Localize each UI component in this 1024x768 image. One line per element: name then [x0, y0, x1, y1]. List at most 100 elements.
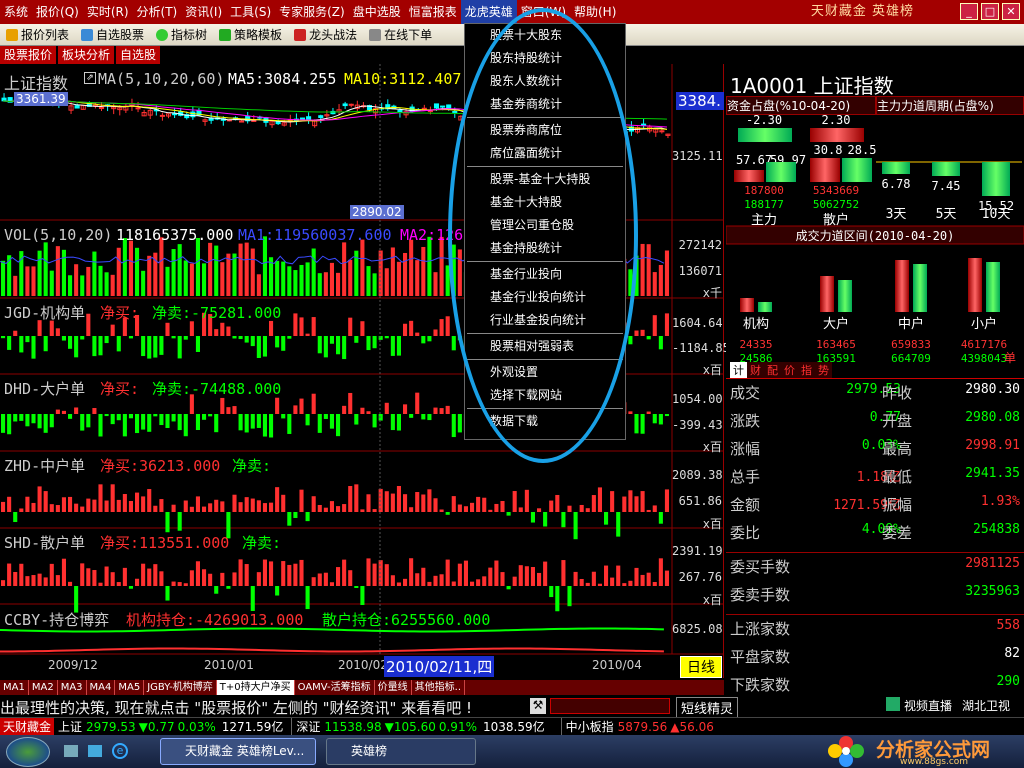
flow-bar — [262, 503, 267, 512]
menu-analysis[interactable]: 分析(T) — [133, 0, 182, 24]
volume-bar — [640, 243, 645, 296]
flow-bar — [451, 496, 456, 512]
flow-bar — [579, 578, 584, 586]
flow-bar — [31, 336, 36, 359]
zone-bar-red — [895, 260, 909, 312]
flow-bar — [238, 414, 243, 431]
tab-sector[interactable]: 板块分析 — [58, 46, 115, 64]
volume-bar — [189, 263, 194, 296]
dropdown-item[interactable]: 管理公司重仓股 — [465, 214, 625, 237]
menu-realtime[interactable]: 实时(R) — [83, 0, 133, 24]
mini-tab[interactable]: 价 — [781, 362, 798, 378]
toolbar-quote-list[interactable]: 报价列表 — [0, 26, 75, 43]
flow-bar — [439, 319, 444, 336]
menu-help[interactable]: 帮助(H) — [570, 0, 620, 24]
mini-tab[interactable]: 计 — [730, 362, 747, 378]
toolbar-strategy[interactable]: 策略模板 — [213, 26, 288, 43]
start-button[interactable] — [6, 737, 50, 767]
flow-bar — [68, 496, 73, 512]
menu-expert[interactable]: 专家服务(Z) — [275, 0, 349, 24]
sh-label[interactable]: 上证 — [58, 718, 82, 735]
dropdown-item[interactable]: 行业基金投向统计 — [465, 309, 625, 332]
ie-icon[interactable]: e — [112, 743, 128, 759]
tools-icon[interactable]: ⚒ — [530, 698, 546, 714]
toolbar-order[interactable]: 在线下单 — [363, 26, 438, 43]
taskbar-app-hero[interactable]: 英雄榜 — [326, 738, 476, 765]
dropdown-item[interactable]: 选择下载网站 — [465, 384, 625, 407]
flow-bar — [664, 570, 669, 586]
menu-info[interactable]: 资讯(I) — [181, 0, 226, 24]
minimize-button[interactable]: _ — [960, 3, 978, 20]
toolbar-watchlist[interactable]: 自选股票 — [75, 26, 150, 43]
menu-dragon-tiger[interactable]: 龙虎英雄 — [460, 0, 517, 24]
indicator-tab[interactable]: MA5 — [115, 680, 145, 695]
flow-bar — [68, 581, 73, 586]
flow-bar — [1, 501, 6, 512]
dropdown-item[interactable]: 股票-基金十大持股 — [465, 168, 625, 191]
flow-bar — [506, 512, 511, 516]
dropdown-item[interactable]: 股东人数统计 — [465, 70, 625, 93]
menu-system[interactable]: 系统 — [0, 0, 32, 24]
indicator-tab[interactable]: MA4 — [87, 680, 116, 695]
mini-tab[interactable]: 指 — [798, 362, 815, 378]
indicator-tab[interactable]: T+0持大户净买 — [216, 680, 295, 695]
switch-windows-icon[interactable] — [88, 745, 102, 757]
dropdown-item[interactable]: 股票十大股东 — [465, 24, 625, 47]
flow-bar — [110, 324, 115, 336]
flow-bar — [634, 414, 639, 434]
maximize-button[interactable]: □ — [981, 3, 999, 20]
indicator-tab[interactable]: OAMV-活筹指标 — [295, 680, 375, 695]
tab-watchlist[interactable]: 自选股 — [116, 46, 161, 64]
channel-name[interactable]: 湖北卫视 — [962, 697, 1010, 714]
dropdown-item[interactable]: 席位露面统计 — [465, 142, 625, 165]
close-button[interactable]: ✕ — [1002, 3, 1020, 20]
dropdown-item[interactable]: 股票相对强弱表 — [465, 335, 625, 358]
dropdown-item[interactable]: 基金十大持股 — [465, 191, 625, 214]
period-daily-button[interactable]: 日线 — [680, 656, 722, 678]
news-ticker-text[interactable]: 出最理性的决策, 现在就点击 "股票报价" 左侧的 "财经资讯" 来看看吧 ! — [0, 697, 472, 718]
toolbar-indicator-tree[interactable]: 指标树 — [150, 26, 213, 43]
dropdown-item[interactable]: 基金券商统计 — [465, 93, 625, 116]
volume-bar — [390, 247, 395, 296]
flow-bar — [342, 405, 347, 414]
dropdown-item[interactable]: 基金持股统计 — [465, 237, 625, 260]
sme-label[interactable]: 中小板指 — [560, 718, 614, 735]
menu-stock-pick[interactable]: 盘中选股 — [349, 0, 405, 24]
flow-bar — [494, 560, 499, 586]
quote-value: 254838 — [973, 522, 1020, 537]
menu-tools[interactable]: 工具(S) — [226, 0, 275, 24]
flow-bar — [463, 506, 468, 512]
flow-bar — [281, 561, 286, 586]
tab-stock-quote[interactable]: 股票报价 — [0, 46, 57, 64]
show-desktop-icon[interactable] — [64, 745, 78, 757]
mini-tab[interactable]: 配 — [764, 362, 781, 378]
flow-bar — [171, 504, 176, 512]
video-live-link[interactable]: 视频直播 — [904, 697, 952, 714]
dropdown-item[interactable]: 基金行业投向 — [465, 263, 625, 286]
indicator-tab[interactable]: 价量线 — [375, 680, 412, 695]
flow-bar — [232, 406, 237, 414]
mini-tab[interactable]: 财 — [747, 362, 764, 378]
menu-report[interactable]: 恒富报表 — [405, 0, 461, 24]
dropdown-item[interactable]: 股东持股统计 — [465, 47, 625, 70]
short-elf-button[interactable]: 短线精灵 — [676, 697, 739, 718]
dropdown-item[interactable]: 外观设置 — [465, 361, 625, 384]
taskbar-app-main[interactable]: 天财藏金 英雄榜Lev... — [160, 738, 316, 765]
flow-bar — [141, 336, 146, 357]
menu-quote[interactable]: 报价(Q) — [32, 0, 83, 24]
indicator-tab[interactable]: MA3 — [58, 680, 87, 695]
indicator-tab[interactable]: MA2 — [29, 680, 58, 695]
toolbar-leader[interactable]: 龙头战法 — [288, 26, 363, 43]
indicator-tab[interactable]: JGBY-机构博弈 — [144, 680, 217, 695]
indicator-tab[interactable]: MA1 — [0, 680, 29, 695]
sz-label[interactable]: 深证 — [291, 718, 320, 735]
indicator-tab[interactable]: 其他指标.. — [412, 680, 466, 695]
dropdown-item[interactable]: 基金行业投向统计 — [465, 286, 625, 309]
menu-window[interactable]: 窗口(W) — [517, 0, 570, 24]
flow-bar — [49, 414, 54, 428]
mini-tab[interactable]: 势 — [815, 362, 832, 378]
chart-toggle-icon[interactable]: ⇗ — [84, 72, 96, 84]
dropdown-item[interactable]: 股票券商席位 — [465, 119, 625, 142]
volume-bar — [183, 260, 188, 296]
dropdown-item[interactable]: 数据下载 — [465, 410, 625, 433]
